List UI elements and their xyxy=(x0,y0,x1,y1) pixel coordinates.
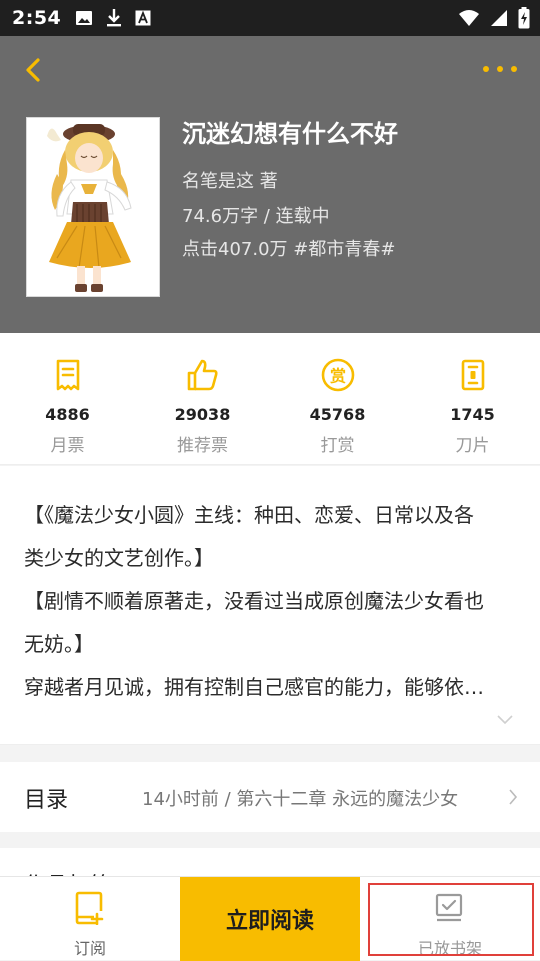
more-options-icon[interactable] xyxy=(482,62,518,76)
signal-icon xyxy=(491,10,507,26)
stat-monthly-ticket[interactable]: 4886 月票 xyxy=(0,333,135,465)
stat-value: 45768 xyxy=(309,405,366,424)
battery-charging-icon xyxy=(518,7,530,29)
stat-value: 29038 xyxy=(174,405,231,424)
stat-blade[interactable]: 1745 刀片 xyxy=(405,333,540,465)
svg-text:赏: 赏 xyxy=(329,367,345,386)
shelf-check-icon xyxy=(435,893,463,922)
on-shelf-button[interactable]: 已放书架 xyxy=(360,877,540,961)
stat-recommend-ticket[interactable]: 29038 推荐票 xyxy=(135,333,270,465)
font-icon xyxy=(135,10,151,26)
book-word-count-status: 74.6万字 / 连载中 xyxy=(182,206,330,227)
reward-coin-icon: 赏 xyxy=(321,358,354,392)
download-icon xyxy=(107,9,122,27)
stat-label: 刀片 xyxy=(455,436,490,456)
back-arrow-icon[interactable] xyxy=(18,54,50,86)
monthly-ticket-icon xyxy=(56,359,79,391)
shelf-label: 已放书架 xyxy=(417,939,482,958)
intro-line: 类少女的文艺创作。】 xyxy=(24,546,214,570)
chevron-right-icon xyxy=(509,789,518,805)
intro-line: 【剧情不顺着原著走，没看过当成原创魔法少女看也 xyxy=(24,589,484,613)
catalog-row[interactable]: 目录 14小时前 / 第六十二章 永远的魔法少女 xyxy=(0,762,540,832)
stat-label: 打赏 xyxy=(320,436,355,456)
chevron-down-icon[interactable] xyxy=(496,714,514,726)
book-title: 沉迷幻想有什么不好 xyxy=(182,120,398,148)
book-intro[interactable]: 【《魔法少女小圆》主线：种田、恋爱、日常以及各 类少女的文艺创作。】 【剧情不顺… xyxy=(0,466,540,745)
stat-value: 1745 xyxy=(450,405,495,424)
book-cover[interactable] xyxy=(26,117,160,297)
cover-illustration xyxy=(27,118,159,296)
stat-value: 4886 xyxy=(45,405,90,424)
catalog-title: 目录 xyxy=(24,788,69,813)
book-author[interactable]: 名笔是这 著 xyxy=(182,167,278,193)
status-left-icons xyxy=(75,8,151,28)
subscribe-label: 订阅 xyxy=(73,939,106,958)
bottom-action-bar: 订阅 立即阅读 已放书架 xyxy=(0,876,540,961)
stat-label: 月票 xyxy=(50,436,85,456)
status-right-icons xyxy=(458,7,530,29)
image-icon xyxy=(76,11,93,25)
blade-icon xyxy=(461,359,484,391)
book-clicks-tag: 点击407.0万 #都市青春# xyxy=(182,239,396,260)
latest-chapter: 14小时前 / 第六十二章 永远的魔法少女 xyxy=(142,789,459,810)
intro-line: 无妨。】 xyxy=(24,632,94,656)
subscribe-add-icon xyxy=(75,891,104,925)
read-now-button[interactable]: 立即阅读 xyxy=(180,877,360,961)
subscribe-button[interactable]: 订阅 xyxy=(0,877,180,961)
intro-line: 穿越者月见诚，拥有控制自己感官的能力，能够依… xyxy=(24,675,484,699)
thumbs-up-icon xyxy=(187,359,218,391)
status-time: 2:54 xyxy=(12,7,62,29)
intro-line: 【《魔法少女小圆》主线：种田、恋爱、日常以及各 xyxy=(24,503,474,527)
stat-reward[interactable]: 赏 45768 打赏 xyxy=(270,333,405,465)
stat-label: 推荐票 xyxy=(177,436,228,456)
status-bar: 2:54 xyxy=(0,0,540,36)
wifi-icon xyxy=(459,10,479,26)
stats-row: 4886 月票 29038 推荐票 赏 45768 打赏 1745 刀片 xyxy=(0,333,540,465)
book-header: 沉迷幻想有什么不好 名笔是这 著 74.6万字 / 连载中 点击407.0万 #… xyxy=(0,36,540,333)
